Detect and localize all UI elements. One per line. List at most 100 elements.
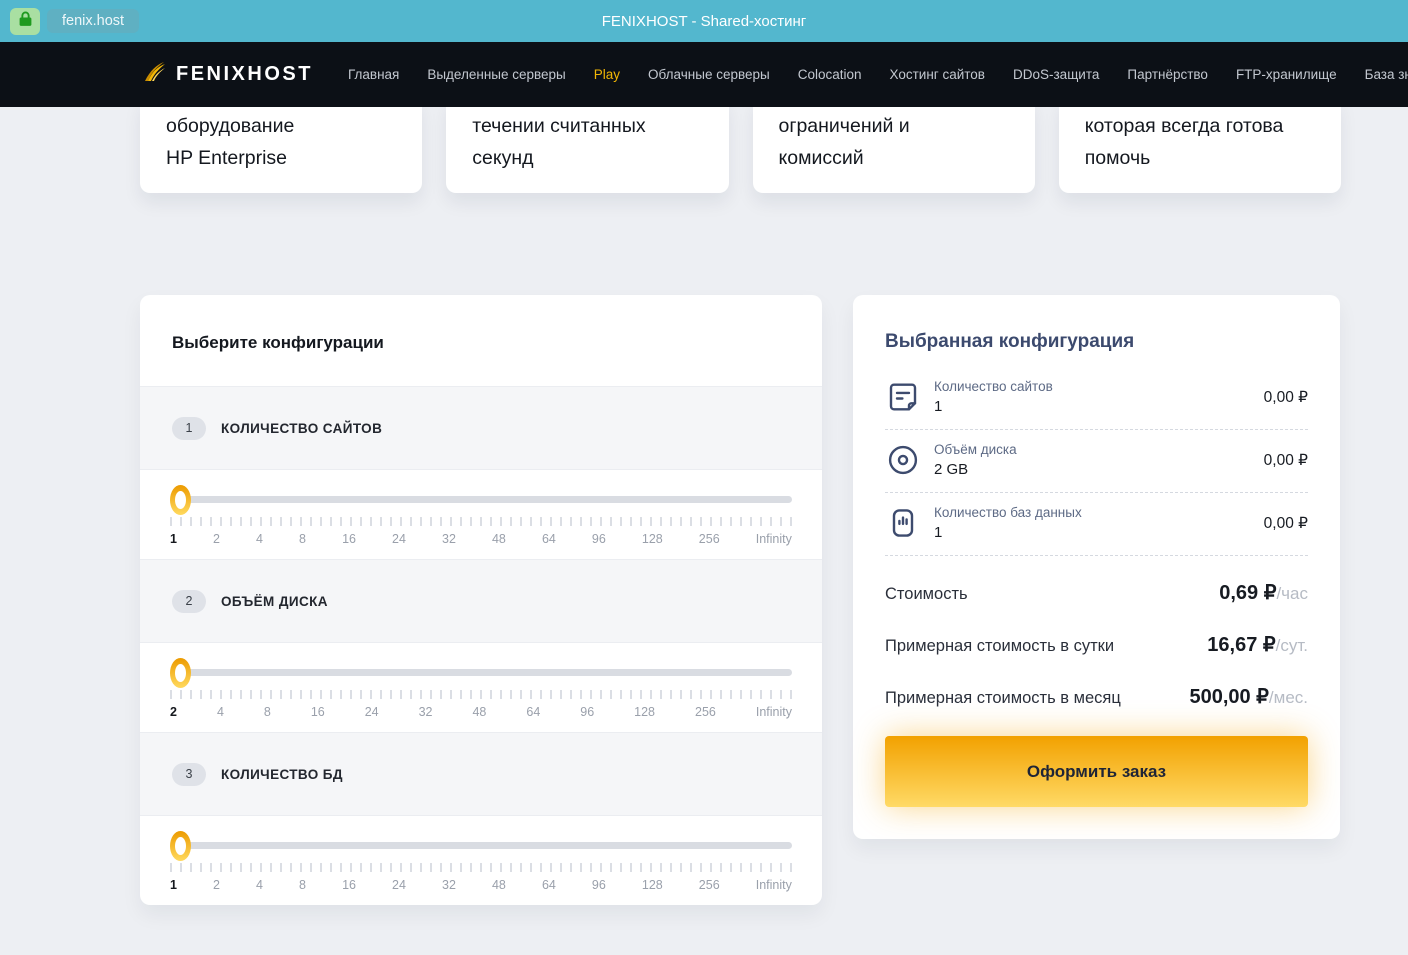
tick-label: 256	[699, 878, 720, 892]
tick-label: 4	[256, 532, 263, 546]
tick-label: 48	[492, 878, 506, 892]
feature-card-line: комиссий	[779, 142, 1009, 174]
summary-item-info: Количество баз данных 1	[934, 505, 1264, 541]
total-unit: /час	[1276, 584, 1308, 603]
summary-item-value: 2 GB	[934, 461, 1264, 478]
slider-disk: 2 4 8 16 24 32 48 64 96 128 256 Infinity	[140, 643, 822, 732]
tick-label: 4	[217, 705, 224, 719]
tick-label: 64	[542, 532, 556, 546]
feature-card-line: ограничений и	[779, 110, 1009, 142]
feature-card-hardware: оборудование HP Enterprise	[140, 95, 422, 193]
slider-db-handle[interactable]	[170, 831, 191, 861]
summary-item-info: Объём диска 2 GB	[934, 442, 1264, 478]
feature-card-support: которая всегда готова помочь	[1059, 95, 1341, 193]
tick-label: 48	[472, 705, 486, 719]
total-value: 0,69 ₽/час	[1219, 580, 1308, 605]
nav-item-site-hosting[interactable]: Хостинг сайтов	[890, 67, 985, 82]
nav-links: Главная Выделенные серверы Play Облачные…	[348, 67, 1408, 82]
browser-title-bar: fenix.host FENIXHOST - Shared-хостинг	[0, 0, 1408, 42]
nav-item-ddos-protection[interactable]: DDoS-защита	[1013, 67, 1099, 82]
summary-item-label: Количество сайтов	[934, 379, 1264, 394]
total-row-hourly: Стоимость 0,69 ₽/час	[885, 580, 1308, 605]
tick-label: 16	[342, 878, 356, 892]
lock-icon	[18, 11, 33, 32]
slider-sites-ticks: 1 2 4 8 16 24 32 48 64 96 128 256 Infini…	[170, 532, 792, 546]
summary-item-sites: Количество сайтов 1 0,00 ₽	[885, 367, 1308, 429]
feature-card-line: секунд	[472, 142, 702, 174]
tick-label: 48	[492, 532, 506, 546]
nav-item-ftp-storage[interactable]: FTP-хранилище	[1236, 67, 1337, 82]
slider-disk-track[interactable]	[180, 669, 792, 676]
summary-item-disk: Объём диска 2 GB 0,00 ₽	[885, 430, 1308, 492]
tick-label: 96	[592, 532, 606, 546]
tick-label: 128	[642, 878, 663, 892]
summary-item-label: Объём диска	[934, 442, 1264, 457]
tick-label: 32	[442, 878, 456, 892]
feature-card-speed: течении считанных секунд	[446, 95, 728, 193]
nav-item-partnership[interactable]: Партнёрство	[1127, 67, 1208, 82]
summary-card: Выбранная конфигурация Количество сайтов…	[853, 295, 1340, 839]
totals-block: Стоимость 0,69 ₽/час Примерная стоимость…	[885, 580, 1308, 709]
tick-label: 24	[365, 705, 379, 719]
tick-label: 96	[580, 705, 594, 719]
section-sites-header: 1 КОЛИЧЕСТВО САЙТОВ	[140, 386, 822, 470]
configurator-card: Выберите конфигурации 1 КОЛИЧЕСТВО САЙТО…	[140, 295, 822, 905]
feature-card-line: помочь	[1085, 142, 1315, 174]
section-label-sites: КОЛИЧЕСТВО САЙТОВ	[221, 421, 382, 436]
nav-item-play[interactable]: Play	[594, 67, 620, 82]
tick-label: Infinity	[756, 532, 792, 546]
summary-item-price: 0,00 ₽	[1264, 514, 1308, 533]
tick-label: Infinity	[756, 705, 792, 719]
tick-label: 64	[526, 705, 540, 719]
tick-label: 16	[311, 705, 325, 719]
slider-db-track[interactable]	[180, 842, 792, 849]
slider-sites-handle[interactable]	[170, 485, 191, 515]
tick-label: 8	[299, 532, 306, 546]
section-label-disk: ОБЪЁМ ДИСКА	[221, 594, 328, 609]
tick-label: Infinity	[756, 878, 792, 892]
slider-disk-ticks: 2 4 8 16 24 32 48 64 96 128 256 Infinity	[170, 705, 792, 719]
slider-disk-handle[interactable]	[170, 658, 191, 688]
summary-item-databases: Количество баз данных 1 0,00 ₽	[885, 493, 1308, 555]
lock-badge[interactable]	[10, 8, 40, 35]
order-button[interactable]: Оформить заказ	[885, 736, 1308, 807]
summary-item-label: Количество баз данных	[934, 505, 1264, 520]
nav-item-dedicated-servers[interactable]: Выделенные серверы	[427, 67, 565, 82]
slider-sites-track[interactable]	[180, 496, 792, 503]
tick-label: 256	[699, 532, 720, 546]
summary-item-value: 1	[934, 398, 1264, 415]
tick-label: 4	[256, 878, 263, 892]
tick-label: 1	[170, 878, 177, 892]
url-field[interactable]: fenix.host	[47, 9, 139, 33]
fenix-feather-icon	[143, 60, 167, 89]
nav-item-knowledge-base[interactable]: База знани	[1365, 67, 1408, 82]
nav-item-colocation[interactable]: Colocation	[798, 67, 862, 82]
tick-label: 24	[392, 878, 406, 892]
tick-label: 8	[264, 705, 271, 719]
tick-label: 128	[642, 532, 663, 546]
brand-name: FENIXHOST	[176, 63, 313, 86]
slider-disk-ruler	[170, 690, 792, 699]
tick-label: 256	[695, 705, 716, 719]
step-badge: 2	[172, 590, 206, 613]
total-value: 16,67 ₽/сут.	[1207, 632, 1308, 657]
slider-db: 1 2 4 8 16 24 32 48 64 96 128 256 Infini…	[140, 816, 822, 905]
total-label: Стоимость	[885, 585, 968, 604]
tick-label: 64	[542, 878, 556, 892]
feature-card-line: которая всегда готова	[1085, 110, 1315, 142]
divider	[885, 555, 1308, 556]
main-nav: FENIXHOST Главная Выделенные серверы Pla…	[0, 42, 1408, 107]
tick-label: 96	[592, 878, 606, 892]
nav-item-glavnaya[interactable]: Главная	[348, 67, 399, 82]
tick-label: 8	[299, 878, 306, 892]
summary-item-price: 0,00 ₽	[1264, 451, 1308, 470]
tick-label: 128	[634, 705, 655, 719]
summary-item-price: 0,00 ₽	[1264, 388, 1308, 407]
total-label: Примерная стоимость в месяц	[885, 689, 1121, 708]
total-label: Примерная стоимость в сутки	[885, 637, 1114, 656]
feature-card-line: HP Enterprise	[166, 142, 396, 174]
section-disk-header: 2 ОБЪЁМ ДИСКА	[140, 559, 822, 643]
nav-item-cloud-servers[interactable]: Облачные серверы	[648, 67, 770, 82]
total-unit: /мес.	[1269, 688, 1308, 707]
brand-logo[interactable]: FENIXHOST	[143, 60, 313, 89]
